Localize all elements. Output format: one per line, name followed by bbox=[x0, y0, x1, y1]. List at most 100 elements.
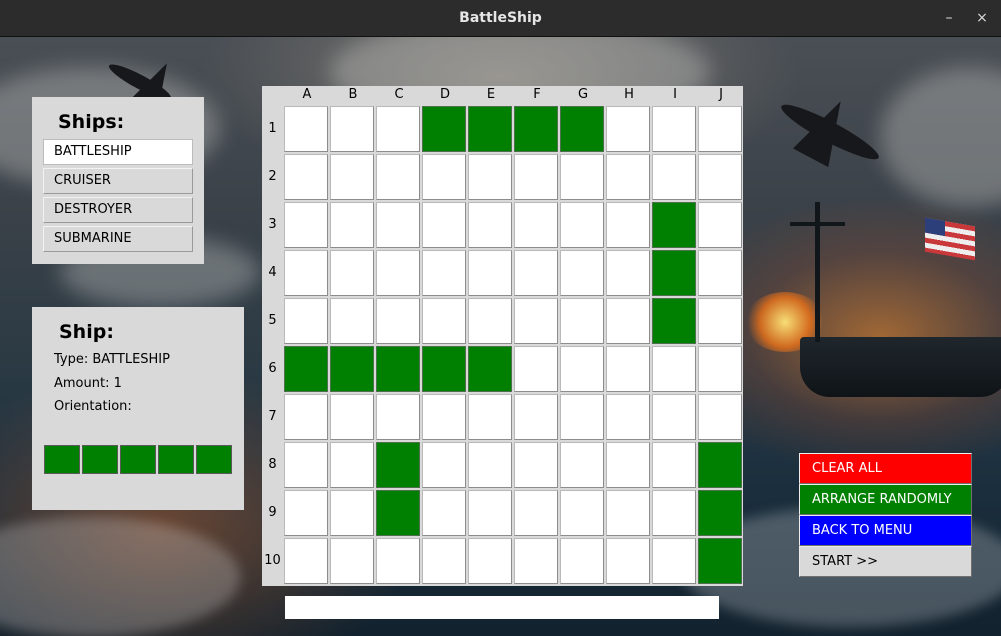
grid-cell[interactable] bbox=[330, 202, 374, 248]
grid-cell[interactable] bbox=[652, 346, 696, 392]
ship-option-submarine[interactable]: SUBMARINE bbox=[43, 226, 193, 252]
grid-cell[interactable] bbox=[698, 154, 742, 200]
grid-cell[interactable] bbox=[698, 202, 742, 248]
grid-cell[interactable] bbox=[560, 442, 604, 488]
grid-cell[interactable] bbox=[284, 490, 328, 536]
grid-cell[interactable] bbox=[606, 298, 650, 344]
grid-cell-occupied[interactable] bbox=[376, 442, 420, 488]
grid-cell-occupied[interactable] bbox=[698, 538, 742, 584]
grid-cell[interactable] bbox=[330, 490, 374, 536]
grid-cell[interactable] bbox=[468, 298, 512, 344]
grid-cell[interactable] bbox=[284, 250, 328, 296]
grid-cell-occupied[interactable] bbox=[468, 346, 512, 392]
grid-cell-occupied[interactable] bbox=[376, 490, 420, 536]
ship-option-destroyer[interactable]: DESTROYER bbox=[43, 197, 193, 223]
grid-cell[interactable] bbox=[284, 202, 328, 248]
grid-cell[interactable] bbox=[606, 202, 650, 248]
grid-cell[interactable] bbox=[330, 250, 374, 296]
grid-cell[interactable] bbox=[284, 154, 328, 200]
minimize-icon[interactable]: – bbox=[939, 8, 959, 28]
grid-cell[interactable] bbox=[606, 154, 650, 200]
grid-cell[interactable] bbox=[560, 346, 604, 392]
grid-cell[interactable] bbox=[376, 154, 420, 200]
grid-cell-occupied[interactable] bbox=[468, 106, 512, 152]
grid-cell[interactable] bbox=[468, 154, 512, 200]
grid-cell-occupied[interactable] bbox=[376, 346, 420, 392]
grid-cell[interactable] bbox=[514, 202, 558, 248]
grid-cell-occupied[interactable] bbox=[698, 490, 742, 536]
grid-cell[interactable] bbox=[330, 442, 374, 488]
grid-cell-occupied[interactable] bbox=[652, 250, 696, 296]
grid-cell[interactable] bbox=[422, 394, 466, 440]
grid-cell[interactable] bbox=[606, 394, 650, 440]
grid-cell[interactable] bbox=[514, 298, 558, 344]
grid-cell[interactable] bbox=[606, 490, 650, 536]
grid-cell[interactable] bbox=[652, 154, 696, 200]
grid-cell[interactable] bbox=[652, 442, 696, 488]
grid-cell[interactable] bbox=[330, 106, 374, 152]
grid-cell-occupied[interactable] bbox=[330, 346, 374, 392]
grid-cell[interactable] bbox=[514, 538, 558, 584]
ship-option-battleship[interactable]: BATTLESHIP bbox=[43, 139, 193, 165]
grid-cell[interactable] bbox=[698, 298, 742, 344]
ship-option-cruiser[interactable]: CRUISER bbox=[43, 168, 193, 194]
grid-cell[interactable] bbox=[652, 490, 696, 536]
grid-cell[interactable] bbox=[560, 154, 604, 200]
back-to-menu-button[interactable]: BACK TO MENU bbox=[799, 515, 972, 546]
grid-cell-occupied[interactable] bbox=[560, 106, 604, 152]
grid-cell[interactable] bbox=[514, 154, 558, 200]
grid-cell[interactable] bbox=[514, 346, 558, 392]
grid-cell[interactable] bbox=[468, 202, 512, 248]
grid-cell[interactable] bbox=[376, 298, 420, 344]
grid-cell-occupied[interactable] bbox=[422, 106, 466, 152]
grid-cell[interactable] bbox=[422, 250, 466, 296]
grid-cell-occupied[interactable] bbox=[284, 346, 328, 392]
grid-cell[interactable] bbox=[468, 442, 512, 488]
grid-cell-occupied[interactable] bbox=[422, 346, 466, 392]
grid-cell[interactable] bbox=[606, 346, 650, 392]
grid-cell[interactable] bbox=[698, 106, 742, 152]
grid-cell[interactable] bbox=[422, 490, 466, 536]
close-icon[interactable]: × bbox=[972, 8, 992, 28]
grid-cell[interactable] bbox=[422, 298, 466, 344]
grid-cell-occupied[interactable] bbox=[698, 442, 742, 488]
grid-cell[interactable] bbox=[698, 250, 742, 296]
grid-cell[interactable] bbox=[652, 106, 696, 152]
grid-cell[interactable] bbox=[284, 106, 328, 152]
grid-cell[interactable] bbox=[514, 250, 558, 296]
grid-cell[interactable] bbox=[468, 538, 512, 584]
grid-cell[interactable] bbox=[284, 442, 328, 488]
grid-cell[interactable] bbox=[468, 250, 512, 296]
grid-cell[interactable] bbox=[422, 442, 466, 488]
grid-cell[interactable] bbox=[330, 538, 374, 584]
grid-cell-occupied[interactable] bbox=[652, 298, 696, 344]
grid-cell[interactable] bbox=[284, 538, 328, 584]
grid-cell[interactable] bbox=[652, 394, 696, 440]
grid-cell[interactable] bbox=[376, 106, 420, 152]
grid-cell[interactable] bbox=[330, 298, 374, 344]
grid-cell[interactable] bbox=[422, 538, 466, 584]
grid-cell[interactable] bbox=[606, 538, 650, 584]
grid-cell[interactable] bbox=[698, 346, 742, 392]
start-button[interactable]: START >> bbox=[799, 546, 972, 577]
grid-cell[interactable] bbox=[606, 442, 650, 488]
grid-cell[interactable] bbox=[514, 490, 558, 536]
grid-cell[interactable] bbox=[560, 394, 604, 440]
grid-cell[interactable] bbox=[652, 538, 696, 584]
grid-cell[interactable] bbox=[560, 538, 604, 584]
grid-cell[interactable] bbox=[606, 250, 650, 296]
grid-cell[interactable] bbox=[330, 394, 374, 440]
grid-cell[interactable] bbox=[606, 106, 650, 152]
grid-cell[interactable] bbox=[284, 298, 328, 344]
grid-cell[interactable] bbox=[560, 202, 604, 248]
grid-cell-occupied[interactable] bbox=[514, 106, 558, 152]
grid-cell[interactable] bbox=[468, 394, 512, 440]
grid-cell[interactable] bbox=[376, 538, 420, 584]
grid-cell[interactable] bbox=[560, 298, 604, 344]
grid-cell[interactable] bbox=[560, 490, 604, 536]
grid-cell-occupied[interactable] bbox=[652, 202, 696, 248]
grid-cell[interactable] bbox=[468, 490, 512, 536]
grid-cell[interactable] bbox=[514, 394, 558, 440]
arrange-randomly-button[interactable]: ARRANGE RANDOMLY bbox=[799, 484, 972, 515]
grid-cell[interactable] bbox=[284, 394, 328, 440]
